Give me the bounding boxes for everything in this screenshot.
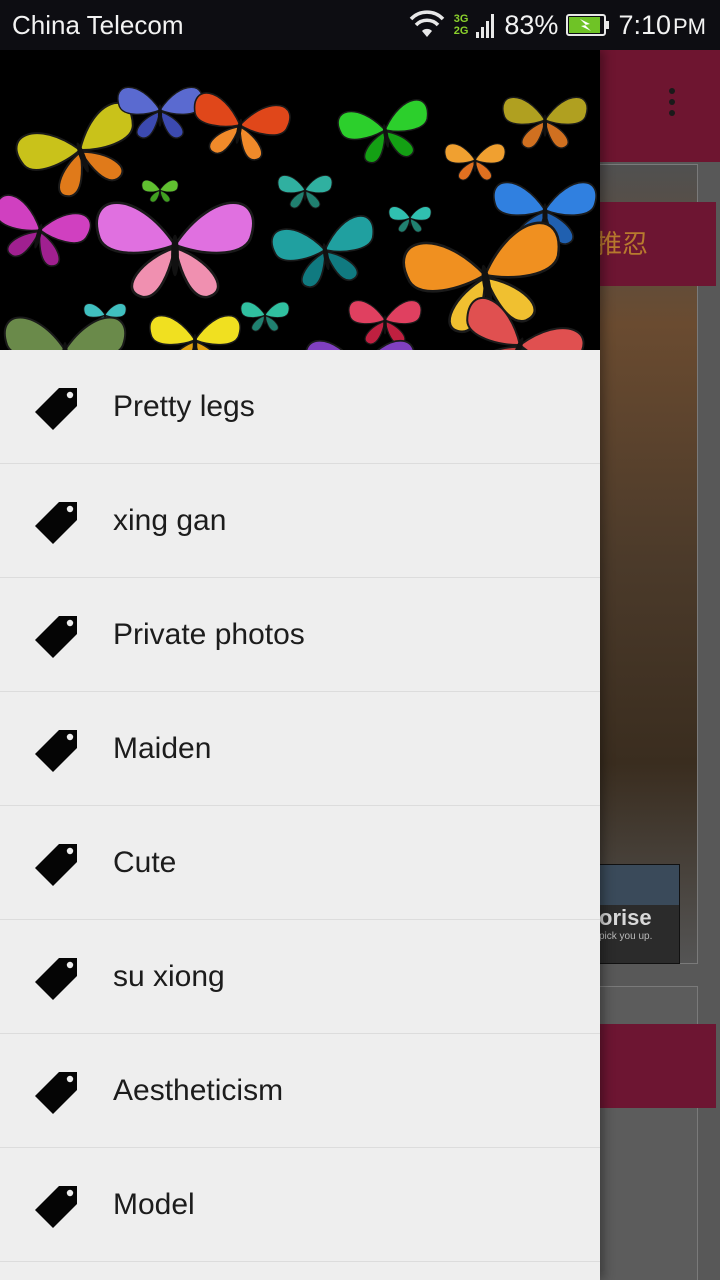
ad-tagline-text: pick you up. xyxy=(599,931,653,942)
menu-item-xing-gan[interactable]: xing gan xyxy=(0,464,600,578)
menu-item-label: Pretty legs xyxy=(113,390,255,423)
clock: 7:10PM xyxy=(618,10,706,41)
menu-item-maiden[interactable]: Maiden xyxy=(0,692,600,806)
menu-item-label: Model xyxy=(113,1188,195,1221)
clock-ampm: PM xyxy=(673,13,706,39)
menu-item-label: Maiden xyxy=(113,732,212,765)
background-card-title-banner-2 xyxy=(596,1024,716,1108)
ad-word-text: orise xyxy=(599,905,652,930)
wifi-icon xyxy=(408,10,446,40)
menu-item-label: Private photos xyxy=(113,618,305,651)
tag-icon xyxy=(35,730,77,772)
tag-icon xyxy=(35,616,77,658)
tag-icon xyxy=(35,388,77,430)
carrier-name: China Telecom xyxy=(12,10,184,40)
network-2g-label: 2G xyxy=(453,25,469,37)
menu-item-pretty-legs[interactable]: Pretty legs xyxy=(0,350,600,464)
menu-item-label: su xiong xyxy=(113,960,225,993)
background-banner-text: 推忍 xyxy=(596,229,649,259)
screen: China Telecom 3G 2G 83% 7:10PM 推忍 orise … xyxy=(0,0,720,1280)
status-indicators: 3G 2G 83% 7:10PM xyxy=(408,5,706,45)
tag-icon xyxy=(35,1186,77,1228)
tag-icon xyxy=(35,844,77,886)
drawer-header-image xyxy=(0,50,600,350)
background-ad-thumbnail[interactable]: orise pick you up. xyxy=(596,864,680,964)
clock-time: 7:10 xyxy=(618,9,671,40)
overflow-menu-icon[interactable] xyxy=(666,88,678,126)
menu-item-aestheticism[interactable]: Aestheticism xyxy=(0,1034,600,1148)
background-card-title-banner: 推忍 xyxy=(596,202,716,286)
category-menu-list: Pretty legs xing gan Private photos Maid… xyxy=(0,350,600,1262)
menu-item-private-photos[interactable]: Private photos xyxy=(0,578,600,692)
menu-item-label: Cute xyxy=(113,846,177,879)
menu-item-su-xiong[interactable]: su xiong xyxy=(0,920,600,1034)
navigation-drawer: Pretty legs xing gan Private photos Maid… xyxy=(0,50,600,1280)
tag-icon xyxy=(35,958,77,1000)
battery-percent: 83% xyxy=(504,9,559,40)
tag-icon xyxy=(35,502,77,544)
menu-item-label: Aestheticism xyxy=(113,1074,284,1107)
network-type-labels: 3G 2G xyxy=(454,13,469,37)
network-3g-label: 3G xyxy=(453,13,469,25)
tag-icon xyxy=(35,1072,77,1114)
butterflies-header-image xyxy=(0,50,600,350)
signal-icon xyxy=(476,10,496,40)
menu-item-label: xing gan xyxy=(113,504,227,537)
menu-item-model[interactable]: Model xyxy=(0,1148,600,1262)
battery-charging-icon xyxy=(566,13,610,37)
menu-item-cute[interactable]: Cute xyxy=(0,806,600,920)
status-bar: China Telecom 3G 2G 83% 7:10PM xyxy=(0,0,720,50)
